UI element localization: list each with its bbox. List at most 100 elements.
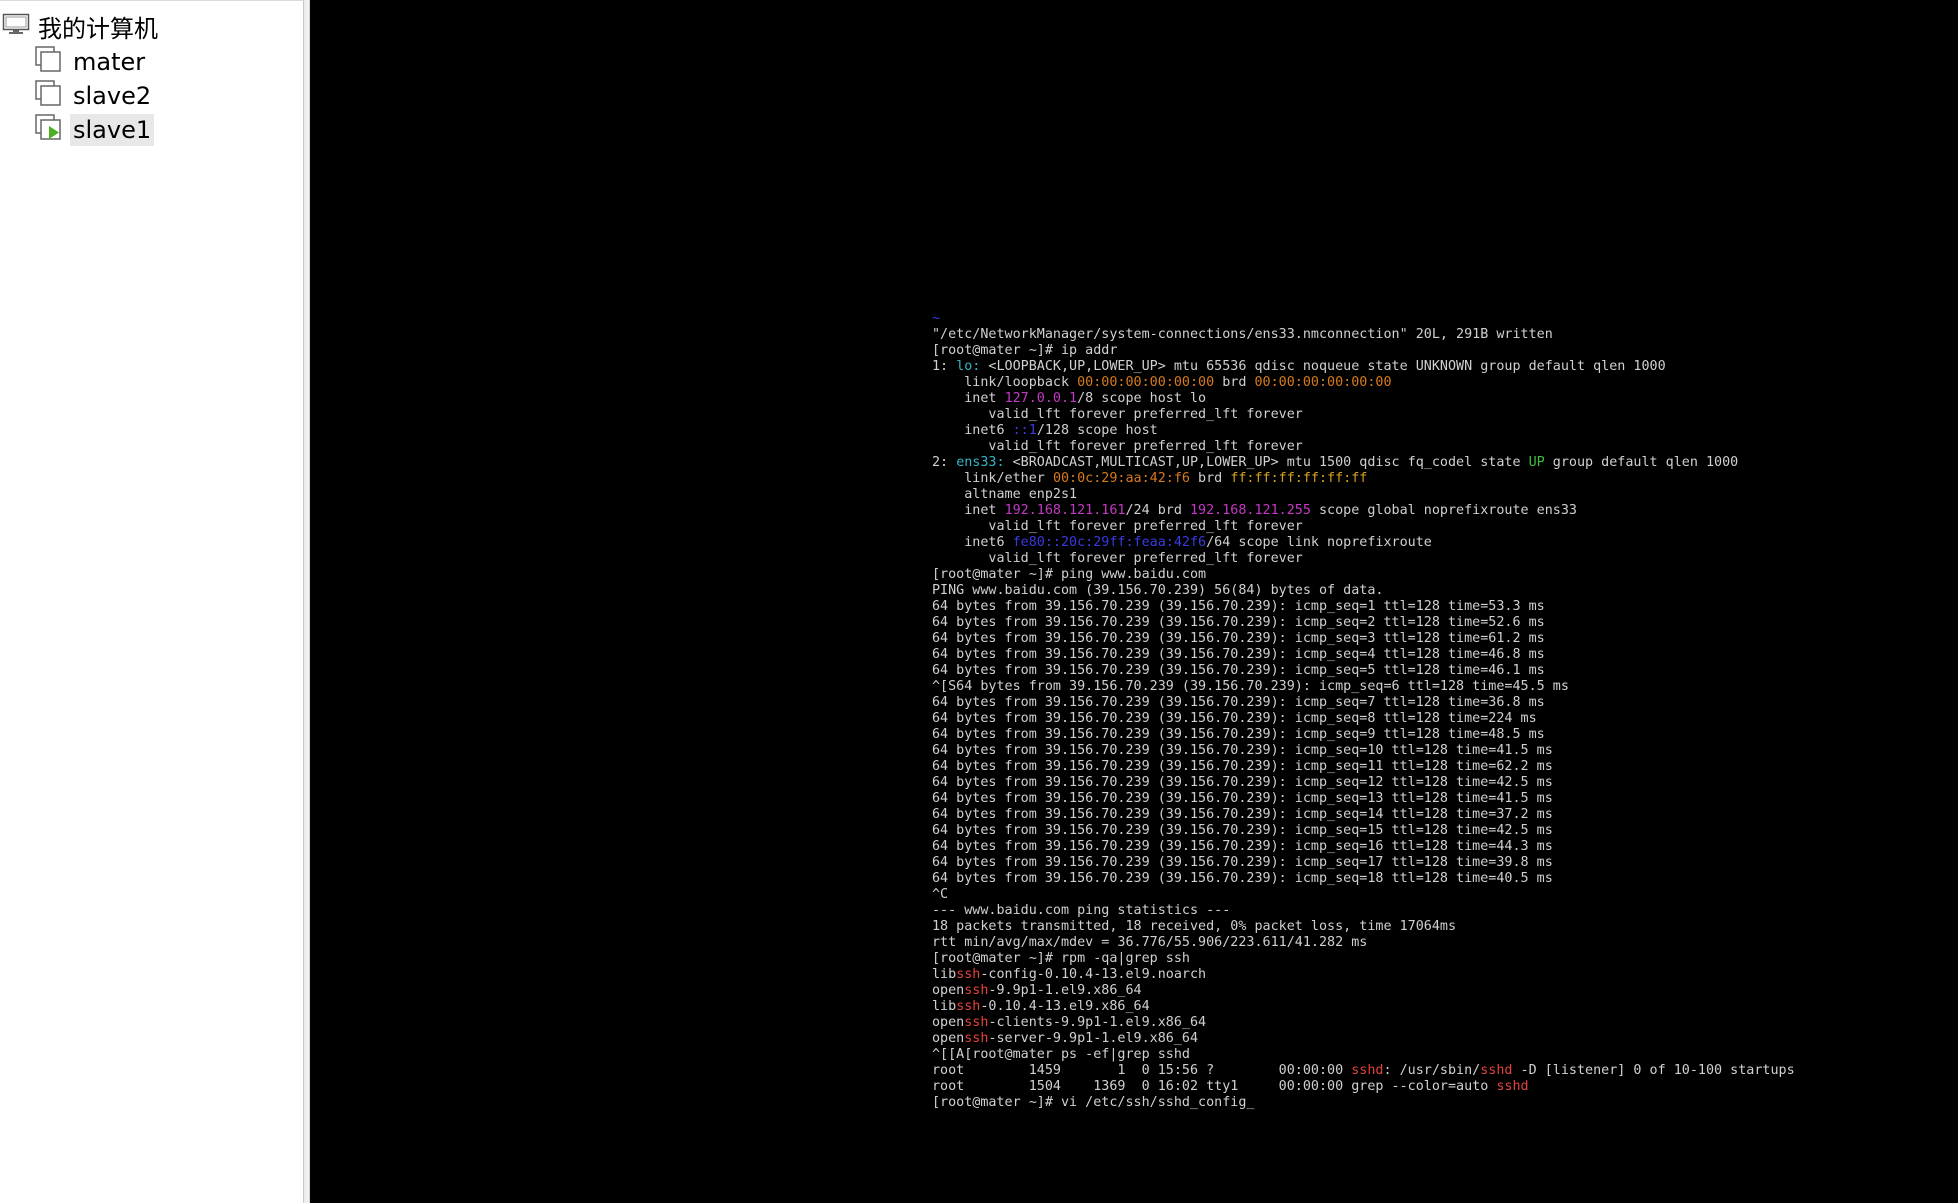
terminal-text: valid_lft forever preferred_lft forever [932, 407, 1303, 422]
terminal-text: ^[[A[root@mater ps -ef|grep sshd [932, 1047, 1190, 1062]
vm-item-label: slave1 [70, 114, 155, 146]
terminal-line: valid_lft forever preferred_lft forever [932, 519, 1795, 535]
vm-item-label: mater [73, 48, 146, 76]
tree-root-label: 我的计算机 [38, 14, 158, 43]
terminal-text: ssh [964, 1031, 989, 1046]
terminal-text: "/etc/NetworkManager/system-connections/… [932, 327, 1553, 342]
terminal-line: inet6 ::1/128 scope host [932, 423, 1795, 439]
terminal-line: openssh-server-9.9p1-1.el9.x86_64 [932, 1031, 1795, 1047]
terminal-text: valid_lft forever preferred_lft forever [932, 439, 1303, 454]
terminal-line: 64 bytes from 39.156.70.239 (39.156.70.2… [932, 727, 1795, 743]
terminal-text: 64 bytes from 39.156.70.239 (39.156.70.2… [932, 871, 1553, 886]
terminal-text: link/loopback [932, 375, 1078, 390]
terminal-text: sshd [1480, 1063, 1513, 1078]
terminal-text: open [932, 1031, 965, 1046]
vm-icon [34, 45, 64, 79]
terminal-text: <BROADCAST,MULTICAST,UP,LOWER_UP> mtu 15… [1004, 455, 1529, 470]
terminal-line: --- www.baidu.com ping statistics --- [932, 903, 1795, 919]
terminal-text: ~ [932, 311, 941, 326]
terminal-text: PING www.baidu.com (39.156.70.239) 56(84… [932, 583, 1384, 598]
terminal-text: 192.168.121.255 [1190, 503, 1311, 518]
terminal-line: root 1504 1369 0 16:02 tty1 00:00:00 gre… [932, 1079, 1795, 1095]
terminal-line: inet6 fe80::20c:29ff:feaa:42f6/64 scope … [932, 535, 1795, 551]
terminal-text: inet [932, 503, 1005, 518]
terminal-text: 64 bytes from 39.156.70.239 (39.156.70.2… [932, 839, 1553, 854]
terminal-line: 1: lo: <LOOPBACK,UP,LOWER_UP> mtu 65536 … [932, 359, 1795, 375]
terminal-text: ssh [956, 967, 981, 982]
terminal-line: altname enp2s1 [932, 487, 1795, 503]
vm-item-slave2[interactable]: slave2 [34, 79, 154, 113]
terminal-text: UP [1528, 455, 1545, 470]
terminal-line: openssh-clients-9.9p1-1.el9.x86_64 [932, 1015, 1795, 1031]
terminal-text: 64 bytes from 39.156.70.239 (39.156.70.2… [932, 599, 1545, 614]
terminal-text: ssh [964, 983, 989, 998]
terminal-text: ^[S64 bytes from 39.156.70.239 (39.156.7… [932, 679, 1569, 694]
terminal-line: ~ [932, 311, 1795, 327]
panel-splitter[interactable] [304, 0, 310, 1203]
terminal-text: 64 bytes from 39.156.70.239 (39.156.70.2… [932, 663, 1545, 678]
vm-item-mater[interactable]: mater [34, 45, 148, 79]
terminal-text: /24 brd [1125, 503, 1190, 518]
terminal-text: -clients-9.9p1-1.el9.x86_64 [988, 1015, 1207, 1030]
terminal-text: 64 bytes from 39.156.70.239 (39.156.70.2… [932, 743, 1553, 758]
terminal-line: 64 bytes from 39.156.70.239 (39.156.70.2… [932, 871, 1795, 887]
terminal-text: 2: [932, 455, 957, 470]
vm-console-terminal[interactable]: ~ "/etc/NetworkManager/system-connections… [932, 311, 1795, 1111]
terminal-line: 64 bytes from 39.156.70.239 (39.156.70.2… [932, 823, 1795, 839]
terminal-text: 64 bytes from 39.156.70.239 (39.156.70.2… [932, 711, 1537, 726]
terminal-text: --- www.baidu.com ping statistics --- [932, 903, 1231, 918]
terminal-text: [root@mater ~]# vi /etc/ssh/sshd_config_ [932, 1095, 1255, 1110]
terminal-text: 00:00:00:00:00:00 [1077, 375, 1215, 390]
terminal-line: 64 bytes from 39.156.70.239 (39.156.70.2… [932, 647, 1795, 663]
tree-root-my-computer[interactable]: 我的计算机 [0, 9, 158, 43]
terminal-text: lib [932, 999, 957, 1014]
terminal-text: [root@mater ~]# rpm -qa|grep ssh [932, 951, 1190, 966]
terminal-text: valid_lft forever preferred_lft forever [932, 519, 1303, 534]
terminal-line: 64 bytes from 39.156.70.239 (39.156.70.2… [932, 631, 1795, 647]
terminal-text: 00:00:00:00:00:00 [1254, 375, 1392, 390]
terminal-line: 64 bytes from 39.156.70.239 (39.156.70.2… [932, 599, 1795, 615]
terminal-text: 1: [932, 359, 957, 374]
terminal-text: sshd [1351, 1063, 1384, 1078]
terminal-text: inet [932, 391, 1005, 406]
terminal-text: 18 packets transmitted, 18 received, 0% … [932, 919, 1457, 934]
terminal-text: link/ether [932, 471, 1053, 486]
terminal-text: open [932, 1015, 965, 1030]
terminal-text: 00:0c:29:aa:42:f6 [1052, 471, 1190, 486]
vm-icon [34, 79, 64, 113]
terminal-text: rtt min/avg/max/mdev = 36.776/55.906/223… [932, 935, 1368, 950]
terminal-line: 64 bytes from 39.156.70.239 (39.156.70.2… [932, 775, 1795, 791]
terminal-text: <LOOPBACK,UP,LOWER_UP> mtu 65536 qdisc n… [980, 359, 1666, 374]
terminal-text: lo: [956, 359, 981, 374]
terminal-text: inet6 [932, 423, 1013, 438]
terminal-line: inet 192.168.121.161/24 brd 192.168.121.… [932, 503, 1795, 519]
terminal-line: root 1459 1 0 15:56 ? 00:00:00 sshd: /us… [932, 1063, 1795, 1079]
terminal-text: ssh [956, 999, 981, 1014]
terminal-text: 64 bytes from 39.156.70.239 (39.156.70.2… [932, 695, 1545, 710]
terminal-text: brd [1214, 375, 1255, 390]
terminal-text: root 1459 1 0 15:56 ? 00:00:00 [932, 1063, 1352, 1078]
terminal-line: 64 bytes from 39.156.70.239 (39.156.70.2… [932, 855, 1795, 871]
terminal-line: 64 bytes from 39.156.70.239 (39.156.70.2… [932, 791, 1795, 807]
terminal-line: 64 bytes from 39.156.70.239 (39.156.70.2… [932, 695, 1795, 711]
terminal-text: ff:ff:ff:ff:ff:ff [1230, 471, 1368, 486]
terminal-text: [root@mater ~]# ip addr [932, 343, 1118, 358]
terminal-line: openssh-9.9p1-1.el9.x86_64 [932, 983, 1795, 999]
vm-library-panel: 我的计算机 mater slave2 slave1 [0, 0, 304, 1203]
terminal-text: altname enp2s1 [932, 487, 1078, 502]
vm-item-label: slave2 [73, 82, 152, 110]
vm-item-slave1[interactable]: slave1 [34, 113, 155, 147]
terminal-text: -9.9p1-1.el9.x86_64 [988, 983, 1142, 998]
terminal-text: 64 bytes from 39.156.70.239 (39.156.70.2… [932, 615, 1545, 630]
terminal-line: 64 bytes from 39.156.70.239 (39.156.70.2… [932, 807, 1795, 823]
terminal-line: 64 bytes from 39.156.70.239 (39.156.70.2… [932, 711, 1795, 727]
terminal-text: -D [listener] 0 of 10-100 startups [1512, 1063, 1795, 1078]
terminal-line: 18 packets transmitted, 18 received, 0% … [932, 919, 1795, 935]
computer-icon [2, 13, 30, 39]
terminal-text: 64 bytes from 39.156.70.239 (39.156.70.2… [932, 631, 1545, 646]
terminal-text: /128 scope host [1036, 423, 1158, 438]
terminal-text: scope global noprefixroute ens33 [1310, 503, 1577, 518]
terminal-line: 64 bytes from 39.156.70.239 (39.156.70.2… [932, 839, 1795, 855]
terminal-line: [root@mater ~]# ip addr [932, 343, 1795, 359]
terminal-text: group default qlen 1000 [1544, 455, 1739, 470]
